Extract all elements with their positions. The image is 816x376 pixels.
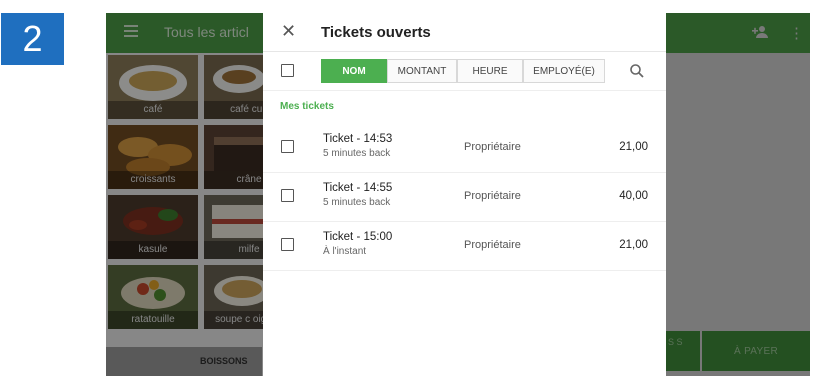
- ticket-row[interactable]: Ticket - 14:53 5 minutes back Propriétai…: [263, 123, 666, 173]
- ticket-owner: Propriétaire: [464, 190, 521, 202]
- ticket-name: Ticket - 14:53: [323, 133, 393, 145]
- search-icon[interactable]: [629, 63, 645, 79]
- ticket-name: Ticket - 14:55: [323, 182, 393, 194]
- ticket-amount: 21,00: [619, 141, 648, 153]
- step-number-badge: 2: [1, 13, 64, 65]
- sort-tab-employe[interactable]: EMPLOYÉ(E): [523, 59, 605, 83]
- ticket-amount: 21,00: [619, 239, 648, 251]
- ticket-checkbox[interactable]: [281, 189, 294, 202]
- sort-tab-nom[interactable]: NOM: [321, 59, 387, 83]
- ticket-row[interactable]: Ticket - 14:55 5 minutes back Propriétai…: [263, 172, 666, 222]
- ticket-amount: 40,00: [619, 190, 648, 202]
- open-tickets-dialog: ✕ Tickets ouverts NOM MONTANT HEURE EMPL…: [263, 13, 666, 376]
- sort-tab-heure[interactable]: HEURE: [457, 59, 523, 83]
- ticket-checkbox[interactable]: [281, 140, 294, 153]
- ticket-time: 5 minutes back: [323, 197, 391, 208]
- ticket-row[interactable]: Ticket - 15:00 À l'instant Propriétaire …: [263, 221, 666, 271]
- dialog-title: Tickets ouverts: [321, 24, 431, 41]
- ticket-checkbox[interactable]: [281, 238, 294, 251]
- ticket-time: À l'instant: [323, 246, 367, 257]
- close-icon[interactable]: ✕: [281, 21, 296, 41]
- section-label: Mes tickets: [280, 101, 334, 112]
- ticket-name: Ticket - 15:00: [323, 231, 393, 243]
- dialog-header: ✕ Tickets ouverts: [263, 13, 666, 52]
- select-all-checkbox[interactable]: [281, 64, 294, 77]
- ticket-time: 5 minutes back: [323, 148, 391, 159]
- ticket-owner: Propriétaire: [464, 239, 521, 251]
- sort-tab-montant[interactable]: MONTANT: [387, 59, 457, 83]
- tablet-screen: Tous les articl ⋮ café café cub croissan…: [106, 13, 810, 376]
- ticket-owner: Propriétaire: [464, 141, 521, 153]
- sort-bar: NOM MONTANT HEURE EMPLOYÉ(E): [263, 52, 666, 91]
